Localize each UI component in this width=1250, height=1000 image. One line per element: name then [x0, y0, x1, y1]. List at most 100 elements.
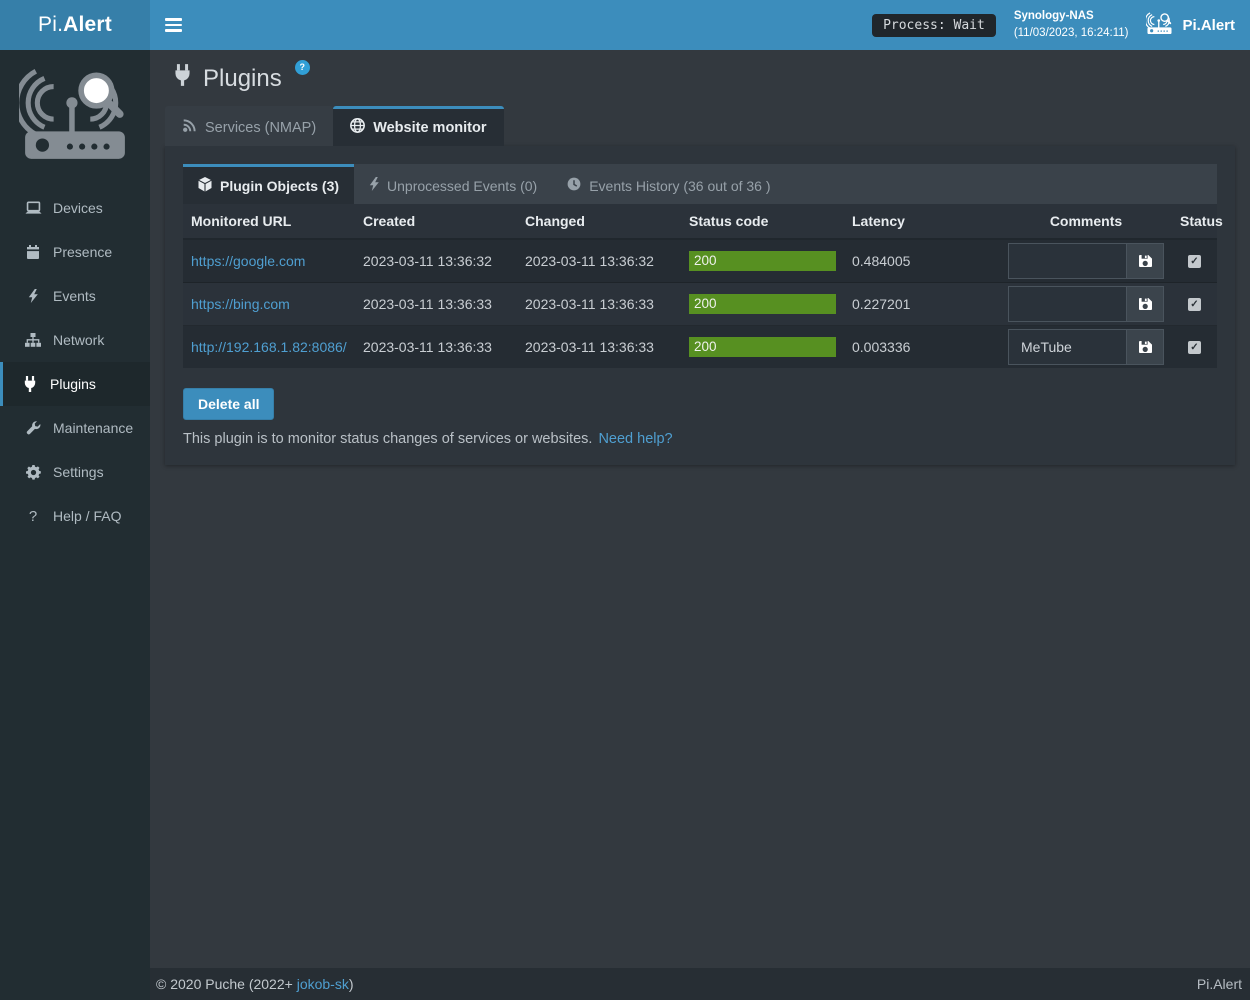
bolt-icon — [369, 177, 379, 194]
floppy-icon — [1138, 340, 1152, 354]
sidebar-item-maintenance[interactable]: Maintenance — [0, 406, 150, 450]
table-row: https://google.com 2023-03-11 13:36:32 2… — [183, 239, 1217, 283]
title-help-badge[interactable]: ? — [295, 60, 310, 75]
globe-icon — [350, 118, 365, 137]
floppy-icon — [1138, 254, 1152, 268]
monitored-url-link[interactable]: https://bing.com — [191, 296, 290, 312]
tab-services-nmap[interactable]: Services (NMAP) — [165, 106, 333, 146]
table-row: https://bing.com 2023-03-11 13:36:33 202… — [183, 283, 1217, 326]
col-latency: Latency — [844, 204, 1000, 239]
sidebar-item-network[interactable]: Network — [0, 318, 150, 362]
sidebar-item-settings[interactable]: Settings — [0, 450, 150, 494]
latency-cell: 0.227201 — [844, 283, 1000, 326]
monitored-url-link[interactable]: http://192.168.1.82:8086/ — [191, 339, 347, 355]
col-status: Status — [1172, 204, 1217, 239]
tab-plugin-objects[interactable]: Plugin Objects (3) — [183, 164, 354, 204]
tab-events-history[interactable]: Events History (36 out of 36 ) — [552, 164, 785, 204]
col-status-code: Status code — [681, 204, 844, 239]
comment-input[interactable] — [1008, 243, 1126, 279]
page-title: Plugins ? — [173, 64, 1250, 93]
changed-cell: 2023-03-11 13:36:33 — [517, 326, 681, 369]
top-header: Pi.Alert Process: Wait Synology-NAS (11/… — [0, 0, 1250, 50]
broadcast-icon — [182, 118, 197, 137]
comment-input[interactable] — [1008, 286, 1126, 322]
monitored-url-link[interactable]: https://google.com — [191, 253, 305, 269]
device-timestamp: (11/03/2023, 16:24:11) — [1014, 25, 1129, 42]
created-cell: 2023-03-11 13:36:32 — [355, 239, 517, 283]
changed-cell: 2023-03-11 13:36:32 — [517, 239, 681, 283]
router-logo — [0, 50, 150, 172]
tab-website-monitor[interactable]: Website monitor — [333, 106, 503, 146]
sidebar-item-label: Help / FAQ — [53, 508, 121, 524]
clock-icon — [567, 177, 581, 194]
comment-input[interactable] — [1008, 329, 1126, 365]
copyright: © 2020 Puche (2022+ jokob-sk) — [156, 976, 354, 992]
sidebar-item-plugins[interactable]: Plugins — [0, 362, 150, 406]
sidebar: Devices Presence Events Network Plugins … — [0, 50, 150, 1000]
table-header-row: Monitored URL Created Changed Status cod… — [183, 204, 1217, 239]
sidebar-item-events[interactable]: Events — [0, 274, 150, 318]
status-code-badge: 200 — [689, 294, 836, 314]
header-brand-label: Pi.Alert — [1182, 17, 1235, 34]
footer-brand: Pi.Alert — [1197, 976, 1242, 992]
status-checkbox[interactable]: ✓ — [1188, 298, 1201, 311]
sidebar-menu: Devices Presence Events Network Plugins … — [0, 186, 150, 538]
col-changed: Changed — [517, 204, 681, 239]
col-comments: Comments — [1000, 204, 1172, 239]
sidebar-item-label: Settings — [53, 464, 104, 480]
plug-icon — [21, 376, 39, 392]
sidebar-item-presence[interactable]: Presence — [0, 230, 150, 274]
plugin-inner-tabs: Plugin Objects (3) Unprocessed Events (0… — [183, 164, 1217, 204]
header-brand[interactable]: Pi.Alert — [1146, 11, 1235, 39]
bolt-icon — [24, 289, 42, 303]
plugin-tabs: Services (NMAP) Website monitor — [165, 106, 1250, 146]
col-created: Created — [355, 204, 517, 239]
sidebar-item-help-faq[interactable]: ? Help / FAQ — [0, 494, 150, 538]
status-code-badge: 200 — [689, 337, 836, 357]
sitemap-icon — [24, 333, 42, 347]
save-comment-button[interactable] — [1126, 286, 1164, 322]
app-logo-pi: Pi. — [38, 13, 63, 37]
device-info: Synology-NAS (11/03/2023, 16:24:11) — [1014, 8, 1129, 41]
device-name: Synology-NAS — [1014, 8, 1129, 25]
plugin-description: This plugin is to monitor status changes… — [183, 431, 1217, 447]
need-help-link[interactable]: Need help? — [598, 431, 672, 447]
process-status-badge: Process: Wait — [872, 14, 996, 37]
cube-icon — [198, 177, 212, 195]
save-comment-button[interactable] — [1126, 329, 1164, 365]
plug-icon — [173, 64, 192, 93]
main-content: Plugins ? Services (NMAP) Website monito… — [150, 50, 1250, 968]
tab-unprocessed-events[interactable]: Unprocessed Events (0) — [354, 164, 552, 204]
created-cell: 2023-03-11 13:36:33 — [355, 283, 517, 326]
sidebar-item-label: Network — [53, 332, 104, 348]
floppy-icon — [1138, 297, 1152, 311]
plugin-description-text: This plugin is to monitor status changes… — [183, 431, 592, 447]
copyright-suffix: ) — [349, 976, 354, 992]
app-logo[interactable]: Pi.Alert — [0, 0, 150, 50]
latency-cell: 0.484005 — [844, 239, 1000, 283]
sidebar-item-label: Maintenance — [53, 420, 133, 436]
delete-all-button[interactable]: Delete all — [183, 388, 274, 420]
monitored-urls-table: Monitored URL Created Changed Status cod… — [183, 204, 1217, 368]
sidebar-item-label: Devices — [53, 200, 103, 216]
save-comment-button[interactable] — [1126, 243, 1164, 279]
plugin-box: Plugin Objects (3) Unprocessed Events (0… — [165, 146, 1235, 465]
tab-label: Plugin Objects (3) — [220, 178, 339, 194]
navbar: Process: Wait Synology-NAS (11/03/2023, … — [150, 0, 1250, 50]
tab-label: Events History (36 out of 36 ) — [589, 178, 770, 194]
jokob-sk-link[interactable]: jokob-sk — [297, 976, 349, 992]
sidebar-item-label: Plugins — [50, 376, 96, 392]
tab-label: Website monitor — [373, 120, 486, 136]
status-checkbox[interactable]: ✓ — [1188, 341, 1201, 354]
tab-label: Services (NMAP) — [205, 120, 316, 136]
status-checkbox[interactable]: ✓ — [1188, 255, 1201, 268]
created-cell: 2023-03-11 13:36:33 — [355, 326, 517, 369]
page-footer: © 2020 Puche (2022+ jokob-sk) Pi.Alert — [150, 968, 1250, 1000]
sidebar-item-devices[interactable]: Devices — [0, 186, 150, 230]
table-row: http://192.168.1.82:8086/ 2023-03-11 13:… — [183, 326, 1217, 369]
sidebar-item-label: Presence — [53, 244, 112, 260]
sidebar-toggle-button[interactable] — [165, 14, 187, 35]
copyright-prefix: © 2020 Puche (2022+ — [156, 976, 297, 992]
sidebar-item-label: Events — [53, 288, 96, 304]
calendar-icon — [24, 245, 42, 259]
